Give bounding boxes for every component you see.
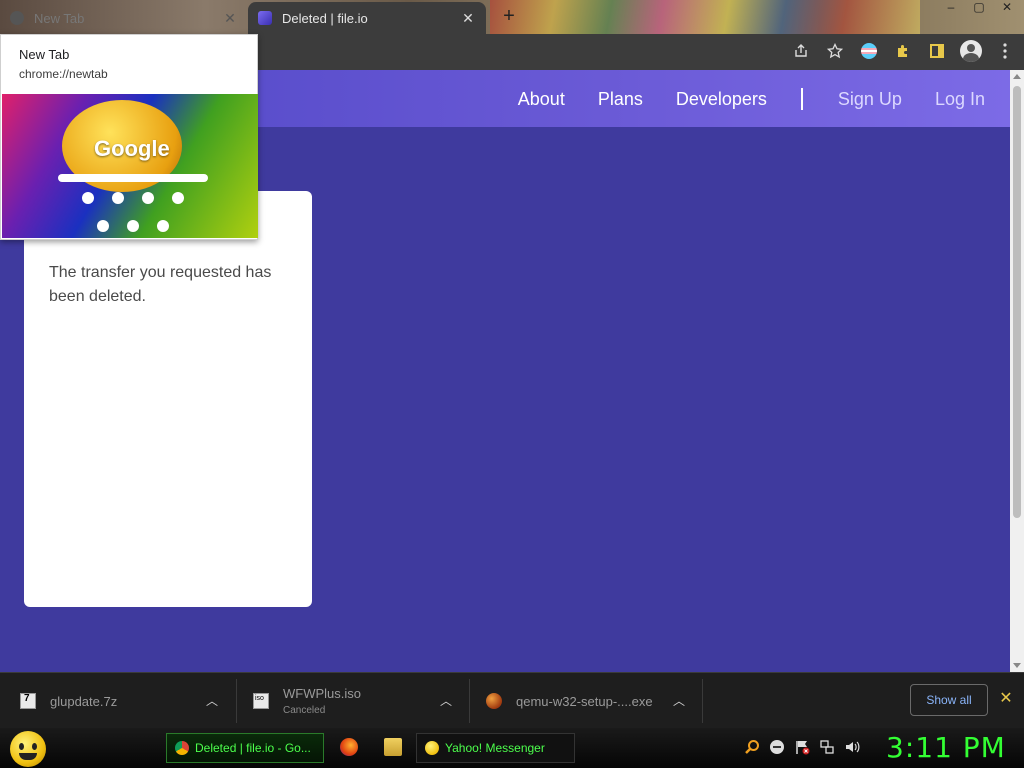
nav-sign-up-link[interactable]: Sign Up — [838, 89, 902, 110]
preview-url: chrome://newtab — [19, 67, 108, 81]
download-filename: glupdate.7z — [50, 693, 118, 709]
show-all-downloads-button[interactable]: Show all — [910, 684, 988, 716]
deleted-message-card: The transfer you requested has been dele… — [24, 191, 312, 607]
share-icon[interactable] — [790, 40, 812, 62]
chevron-up-icon[interactable]: ︿ — [440, 695, 452, 707]
thumbnail-shortcut-icon — [112, 192, 124, 204]
exe-installer-icon — [486, 693, 502, 709]
preview-thumbnail: Google — [2, 94, 258, 238]
nav-about-link[interactable]: About — [518, 89, 565, 110]
close-icon[interactable]: ✕ — [460, 10, 476, 26]
messenger-status-icon[interactable] — [769, 739, 785, 755]
taskbar-button-label: Deleted | file.io - Go... — [195, 741, 311, 755]
taskbar-button-label: Yahoo! Messenger — [445, 741, 545, 755]
chrome-icon — [175, 741, 189, 755]
yahoo-smiley-icon — [425, 741, 439, 755]
toolbar-icons — [790, 40, 1016, 62]
scroll-down-arrow-icon[interactable] — [1013, 663, 1021, 668]
browser-tabstrip: New Tab ✕ Deleted | file.io ✕ + – ▢ ✕ — [0, 0, 1024, 34]
thumbnail-shortcut-icon — [82, 192, 94, 204]
close-downloads-bar-icon[interactable]: ✕ — [998, 691, 1014, 707]
scroll-up-arrow-icon[interactable] — [1013, 74, 1021, 79]
iso-file-icon — [253, 693, 269, 709]
new-tab-button[interactable]: + — [498, 6, 520, 28]
thumbnail-shortcut-icon — [172, 192, 184, 204]
tab-deleted-file-io[interactable]: Deleted | file.io ✕ — [248, 2, 486, 34]
window-controls: – ▢ ✕ — [940, 0, 1018, 16]
extensions-puzzle-icon[interactable] — [892, 40, 914, 62]
network-icon[interactable] — [819, 739, 835, 755]
nav-log-in-link[interactable]: Log In — [935, 89, 985, 110]
search-magnifier-icon[interactable] — [744, 739, 760, 755]
tab-title: New Tab — [34, 10, 85, 26]
preview-title: New Tab — [19, 47, 70, 62]
firefox-icon[interactable] — [340, 738, 358, 756]
thumbnail-search-box — [58, 174, 208, 182]
page-scrollbar[interactable] — [1010, 70, 1024, 672]
scrollbar-thumb[interactable] — [1013, 86, 1021, 518]
chevron-up-icon[interactable]: ︿ — [673, 695, 685, 707]
windows-taskbar: Deleted | file.io - Go... Yahoo! Messeng… — [0, 728, 1024, 768]
download-filename: qemu-w32-setup-....exe — [516, 693, 653, 709]
downloads-bar: glupdate.7z ︿ WFWPlus.iso Canceled ︿ qem… — [0, 672, 1024, 728]
tabstrip-background-art — [490, 0, 920, 34]
tab-title: Deleted | file.io — [282, 10, 368, 26]
download-divider — [469, 679, 470, 723]
taskbar-button-yahoo-messenger[interactable]: Yahoo! Messenger — [416, 733, 575, 763]
7z-archive-icon — [20, 693, 36, 709]
tab-hover-preview: New Tab chrome://newtab Google — [0, 34, 258, 240]
flag-warning-icon[interactable] — [794, 739, 810, 755]
nav-developers-link[interactable]: Developers — [676, 89, 767, 110]
bookmark-star-icon[interactable] — [824, 40, 846, 62]
thumbnail-shortcut-icon — [142, 192, 154, 204]
tab-new-tab[interactable]: New Tab ✕ — [0, 2, 248, 34]
thumbnail-shortcut-icon — [157, 220, 169, 232]
download-item-glupdate[interactable]: glupdate.7z ︿ — [20, 673, 235, 729]
system-tray — [744, 739, 860, 755]
thumbnail-shortcut-icon — [127, 220, 139, 232]
volume-icon[interactable] — [844, 739, 860, 755]
close-window-button[interactable]: ✕ — [996, 0, 1018, 16]
taskbar-button-chrome[interactable]: Deleted | file.io - Go... — [166, 733, 324, 763]
download-status: Canceled — [283, 705, 326, 716]
download-item-wfwplus[interactable]: WFWPlus.iso Canceled ︿ — [253, 673, 468, 729]
taskbar-clock[interactable]: 3:11 PM — [886, 731, 1006, 764]
site-nav: About Plans Developers Sign Up Log In — [485, 88, 985, 110]
download-divider — [702, 679, 703, 723]
nav-plans-link[interactable]: Plans — [598, 89, 643, 110]
download-item-qemu[interactable]: qemu-w32-setup-....exe ︿ — [486, 673, 701, 729]
trans-flag-extension-icon[interactable] — [858, 40, 880, 62]
download-divider — [236, 679, 237, 723]
start-button-smiley-icon[interactable] — [10, 731, 46, 767]
download-filename: WFWPlus.iso — [283, 686, 361, 701]
new-tab-favicon-icon — [10, 11, 24, 25]
file-io-favicon-icon — [258, 11, 272, 25]
screen: New Tab ✕ Deleted | file.io ✕ + – ▢ ✕ Ab… — [0, 0, 1024, 768]
thumbnail-google-logo: Google — [94, 136, 170, 161]
close-icon[interactable]: ✕ — [222, 10, 238, 26]
side-panel-icon[interactable] — [926, 40, 948, 62]
deleted-message-text: The transfer you requested has been dele… — [49, 264, 272, 305]
profile-avatar-icon[interactable] — [960, 40, 982, 62]
folder-icon[interactable] — [384, 738, 402, 756]
nav-divider — [800, 88, 803, 110]
menu-kebab-icon[interactable] — [994, 40, 1016, 62]
thumbnail-shortcut-icon — [97, 220, 109, 232]
maximize-button[interactable]: ▢ — [968, 0, 990, 16]
minimize-button[interactable]: – — [940, 0, 962, 16]
chevron-up-icon[interactable]: ︿ — [206, 695, 218, 707]
